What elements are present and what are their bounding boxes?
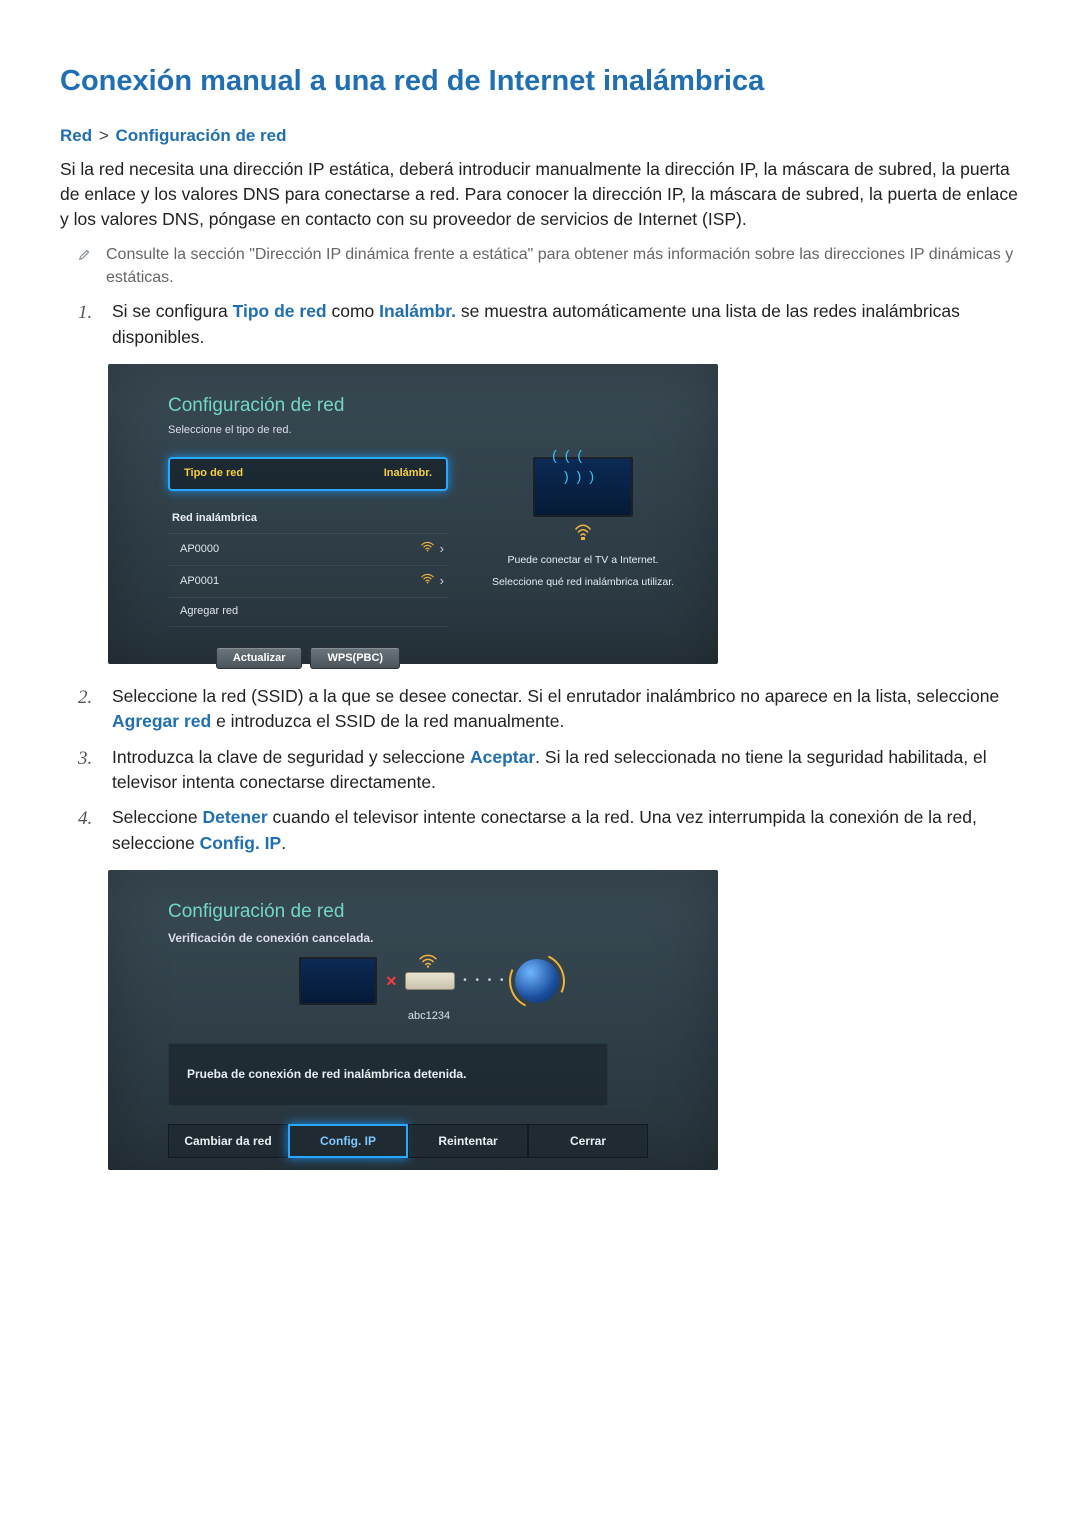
add-network-row[interactable]: Agregar red (168, 598, 448, 627)
tv-graphic: ((( ))) (533, 457, 633, 517)
button-bar: Cambiar da red Config. IP Reintentar Cer… (168, 1124, 690, 1158)
globe-icon (515, 959, 559, 1003)
network-type-select[interactable]: Tipo de red Inalámbr. (168, 457, 448, 491)
refresh-button[interactable]: Actualizar (216, 647, 303, 669)
dialog-subtitle: Verificación de conexión cancelada. (168, 930, 690, 947)
change-network-button[interactable]: Cambiar da red (168, 1124, 288, 1158)
step-4: 4. Seleccione Detener cuando el televiso… (78, 805, 1020, 856)
wps-button[interactable]: WPS(PBC) (310, 647, 400, 669)
wireless-section-title: Red inalámbrica (168, 505, 448, 534)
breadcrumb-leaf: Configuración de red (116, 126, 287, 145)
step-number: 3. (78, 745, 96, 796)
retry-button[interactable]: Reintentar (408, 1124, 528, 1158)
add-network-label: Agregar red (180, 604, 238, 620)
wifi-stand-icon (573, 521, 593, 543)
breadcrumb-root: Red (60, 126, 92, 145)
close-button[interactable]: Cerrar (528, 1124, 648, 1158)
select-label: Tipo de red (184, 466, 243, 482)
ap-name: AP0001 (180, 574, 219, 590)
wifi-icon (421, 572, 434, 591)
ap-row[interactable]: AP0000 › (168, 534, 448, 566)
step-number: 2. (78, 684, 96, 735)
step-1: 1. Si se configura Tipo de red como Inal… (78, 299, 1020, 350)
pencil-icon (78, 245, 92, 267)
status-message: Prueba de conexión de red inalámbrica de… (168, 1043, 608, 1106)
router-icon (405, 972, 455, 990)
info-text-1: Puede conectar el TV a Internet. (476, 553, 690, 568)
ap-row[interactable]: AP0001 › (168, 566, 448, 598)
wifi-waves-icon: ((( ))) (535, 445, 631, 486)
step-2: 2. Seleccione la red (SSID) a la que se … (78, 684, 1020, 735)
ap-name: AP0000 (180, 542, 219, 558)
chevron-right-icon: › (440, 572, 444, 591)
config-ip-button[interactable]: Config. IP (288, 1124, 408, 1158)
dialog-subtitle: Seleccione el tipo de red. (168, 423, 690, 439)
page-title: Conexión manual a una red de Internet in… (60, 60, 1020, 102)
error-x-icon: ✕ (385, 971, 397, 991)
step-3: 3. Introduzca la clave de seguridad y se… (78, 745, 1020, 796)
connection-dots-icon: • • • • (463, 974, 506, 989)
screenshot-connection-cancelled: Configuración de red Verificación de con… (108, 870, 718, 1170)
step-number: 1. (78, 299, 96, 350)
chevron-right-icon: › (440, 540, 444, 559)
note: Consulte la sección "Dirección IP dinámi… (78, 243, 1020, 289)
wifi-icon (419, 954, 437, 973)
dialog-title: Configuración de red (168, 392, 690, 420)
breadcrumb-separator: > (99, 126, 109, 145)
screenshot-network-config: Configuración de red Seleccione el tipo … (108, 364, 718, 664)
intro-paragraph: Si la red necesita una dirección IP está… (60, 157, 1020, 233)
note-text: Consulte la sección "Dirección IP dinámi… (106, 243, 1020, 289)
tv-icon (299, 957, 377, 1005)
breadcrumb: Red > Configuración de red (60, 124, 1020, 149)
ssid-label: abc1234 (168, 1009, 690, 1025)
wifi-icon (421, 540, 434, 559)
step-number: 4. (78, 805, 96, 856)
info-text-2: Seleccione qué red inalámbrica utilizar. (476, 575, 690, 590)
dialog-title: Configuración de red (168, 898, 690, 926)
select-value: Inalámbr. (384, 466, 432, 482)
